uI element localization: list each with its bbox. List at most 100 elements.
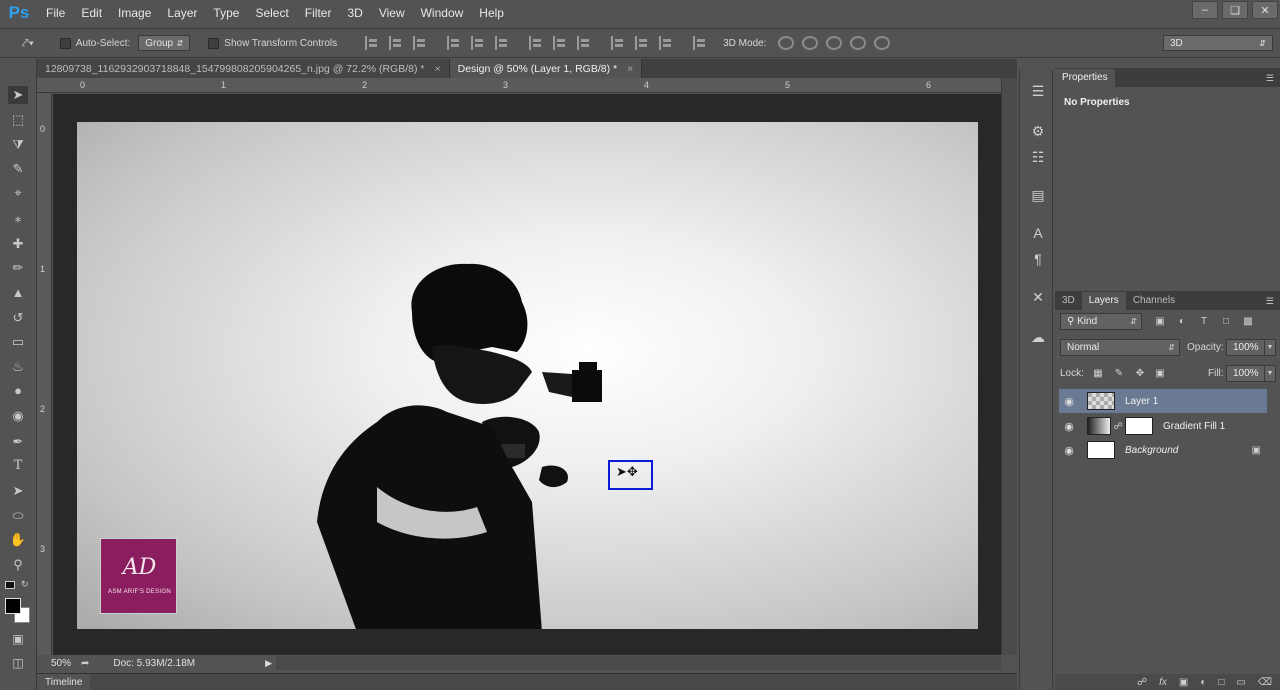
menu-edit[interactable]: Edit bbox=[73, 6, 110, 20]
distribute-right-icon[interactable] bbox=[659, 36, 675, 50]
zoom-level[interactable]: 50% bbox=[37, 658, 71, 669]
distribute-bottom-icon[interactable] bbox=[577, 36, 593, 50]
path-select-tool-icon[interactable]: ➤ bbox=[8, 482, 28, 500]
panel-menu-icon[interactable]: ☰ bbox=[1266, 292, 1274, 310]
canvas-workspace[interactable]: AD ASM ARIF'S DESIGN bbox=[53, 94, 1001, 655]
menu-image[interactable]: Image bbox=[110, 6, 159, 20]
adjustment-layer-icon[interactable]: ◐ bbox=[1200, 677, 1206, 688]
distribute-vcenter-icon[interactable] bbox=[553, 36, 569, 50]
creative-cloud-icon[interactable]: ☁ bbox=[1029, 328, 1047, 346]
tab-properties[interactable]: Properties bbox=[1055, 69, 1115, 87]
panel-menu-icon[interactable]: ☰ bbox=[1266, 69, 1274, 87]
menu-select[interactable]: Select bbox=[247, 6, 296, 20]
auto-select-checkbox[interactable] bbox=[59, 37, 71, 49]
adjustments-icon[interactable]: ☷ bbox=[1029, 148, 1047, 166]
paint-bucket-tool-icon[interactable]: ♨ bbox=[8, 358, 28, 376]
crop-tool-icon[interactable]: ⌖ bbox=[8, 184, 28, 202]
tab-design-document[interactable]: Design @ 50% (Layer 1, RGB/8) * × bbox=[449, 59, 643, 78]
history-brush-tool-icon[interactable]: ↺ bbox=[8, 309, 28, 327]
blend-mode-dropdown[interactable]: Normal ⇵ bbox=[1060, 339, 1180, 356]
align-right-icon[interactable] bbox=[495, 36, 511, 50]
filter-pixel-icon[interactable]: ▣ bbox=[1154, 316, 1166, 328]
3d-slide-icon[interactable] bbox=[850, 36, 867, 50]
new-group-icon[interactable]: □ bbox=[1218, 677, 1224, 688]
eyedropper-tool-icon[interactable]: ⁎ bbox=[8, 209, 28, 227]
3d-orbit-icon[interactable] bbox=[778, 36, 795, 50]
distribute-top-icon[interactable] bbox=[529, 36, 545, 50]
tab-3d[interactable]: 3D bbox=[1055, 292, 1082, 310]
distribute-left-icon[interactable] bbox=[611, 36, 627, 50]
layer-row-background[interactable]: ◉ Background ▣ bbox=[1059, 438, 1267, 462]
distribute-hcenter-icon[interactable] bbox=[635, 36, 651, 50]
opacity-stepper-icon[interactable]: ▼ bbox=[1264, 339, 1276, 356]
align-hcenter-icon[interactable] bbox=[471, 36, 487, 50]
marquee-tool-icon[interactable]: ⬚ bbox=[8, 111, 28, 129]
menu-3d[interactable]: 3D bbox=[339, 6, 370, 20]
tab-timeline[interactable]: Timeline bbox=[37, 674, 91, 690]
quick-mask-icon[interactable]: ▣ bbox=[8, 630, 28, 648]
history-panel-icon[interactable]: ☰ bbox=[1029, 82, 1047, 100]
share-icon[interactable]: ➦ bbox=[81, 658, 89, 669]
healing-brush-tool-icon[interactable]: ✚ bbox=[8, 235, 28, 253]
tab-layers[interactable]: Layers bbox=[1081, 292, 1126, 310]
pen-tool-icon[interactable]: ✒ bbox=[8, 433, 28, 451]
fill-input[interactable]: 100% bbox=[1226, 365, 1266, 382]
vertical-scrollbar[interactable] bbox=[1001, 78, 1017, 655]
document-canvas[interactable]: AD ASM ARIF'S DESIGN bbox=[77, 122, 978, 629]
auto-select-dropdown[interactable]: Group ⇵ bbox=[138, 35, 191, 51]
restore-icon[interactable]: ❏ bbox=[1222, 1, 1248, 19]
filter-type-icon[interactable]: T bbox=[1198, 316, 1210, 328]
close-tab-icon[interactable]: × bbox=[434, 63, 440, 75]
delete-layer-icon[interactable]: ⌫ bbox=[1258, 677, 1272, 688]
menu-layer[interactable]: Layer bbox=[159, 6, 205, 20]
layer-filter-dropdown[interactable]: ⚲ Kind ⇵ bbox=[1060, 313, 1142, 330]
filter-shape-icon[interactable]: □ bbox=[1220, 316, 1232, 328]
tool-presets-icon[interactable]: ⚙ bbox=[1029, 122, 1047, 140]
menu-filter[interactable]: Filter bbox=[297, 6, 340, 20]
move-tool-preset-icon[interactable]: ⤤▾ bbox=[22, 36, 34, 51]
eraser-tool-icon[interactable]: ▭ bbox=[8, 333, 28, 351]
status-menu-arrow-icon[interactable]: ▶ bbox=[265, 658, 272, 669]
menu-type[interactable]: Type bbox=[205, 6, 247, 20]
type-tool-icon[interactable]: T bbox=[8, 457, 28, 475]
layer-row-gradient-fill-1[interactable]: ◉ ☍ Gradient Fill 1 bbox=[1059, 414, 1267, 438]
paragraph-panel-icon[interactable]: ¶ bbox=[1029, 250, 1047, 268]
layer-row-layer-1[interactable]: ◉ Layer 1 bbox=[1059, 389, 1267, 413]
swap-colors-icon[interactable]: ↻ bbox=[21, 579, 29, 590]
quick-select-tool-icon[interactable]: ✎ bbox=[8, 160, 28, 178]
3d-scale-icon[interactable] bbox=[874, 36, 891, 50]
ruler-vertical[interactable]: 0 1 2 3 bbox=[37, 93, 52, 655]
lasso-tool-icon[interactable]: ⧩ bbox=[8, 136, 28, 154]
menu-help[interactable]: Help bbox=[471, 6, 512, 20]
lock-position-icon[interactable]: ✥ bbox=[1134, 368, 1146, 380]
3d-pan-icon[interactable] bbox=[826, 36, 843, 50]
dodge-tool-icon[interactable]: ◉ bbox=[8, 407, 28, 425]
tools-settings-icon[interactable]: ✕ bbox=[1029, 288, 1047, 306]
character-panel-icon[interactable]: A bbox=[1029, 224, 1047, 242]
3d-roll-icon[interactable] bbox=[802, 36, 819, 50]
filter-smart-object-icon[interactable]: ▩ bbox=[1242, 316, 1254, 328]
visibility-eye-icon[interactable]: ◉ bbox=[1059, 420, 1079, 433]
add-mask-icon[interactable]: ▣ bbox=[1179, 677, 1188, 688]
ruler-horizontal[interactable]: 0 1 2 3 4 5 6 bbox=[37, 78, 1001, 93]
visibility-eye-icon[interactable]: ◉ bbox=[1059, 395, 1079, 408]
foreground-color-swatch[interactable] bbox=[5, 598, 21, 614]
link-layers-icon[interactable]: ☍ bbox=[1137, 677, 1147, 688]
close-icon[interactable]: ✕ bbox=[1252, 1, 1278, 19]
visibility-eye-icon[interactable]: ◉ bbox=[1059, 444, 1079, 457]
menu-view[interactable]: View bbox=[371, 6, 413, 20]
auto-align-icon[interactable] bbox=[693, 36, 709, 50]
close-tab-icon[interactable]: × bbox=[627, 63, 633, 75]
hand-tool-icon[interactable]: ✋ bbox=[8, 531, 28, 549]
default-colors-icon[interactable] bbox=[5, 581, 15, 589]
lock-image-icon[interactable]: ✎ bbox=[1113, 368, 1125, 380]
minimize-icon[interactable]: – bbox=[1192, 1, 1218, 19]
align-top-icon[interactable] bbox=[365, 36, 381, 50]
zoom-tool-icon[interactable]: ⚲ bbox=[8, 556, 28, 574]
brush-tool-icon[interactable]: ✏ bbox=[8, 259, 28, 277]
menu-file[interactable]: File bbox=[38, 6, 73, 20]
styles-icon[interactable]: ▤ bbox=[1029, 186, 1047, 204]
align-bottom-icon[interactable] bbox=[413, 36, 429, 50]
menu-window[interactable]: Window bbox=[413, 6, 472, 20]
screen-mode-icon[interactable]: ◫ bbox=[8, 654, 28, 672]
